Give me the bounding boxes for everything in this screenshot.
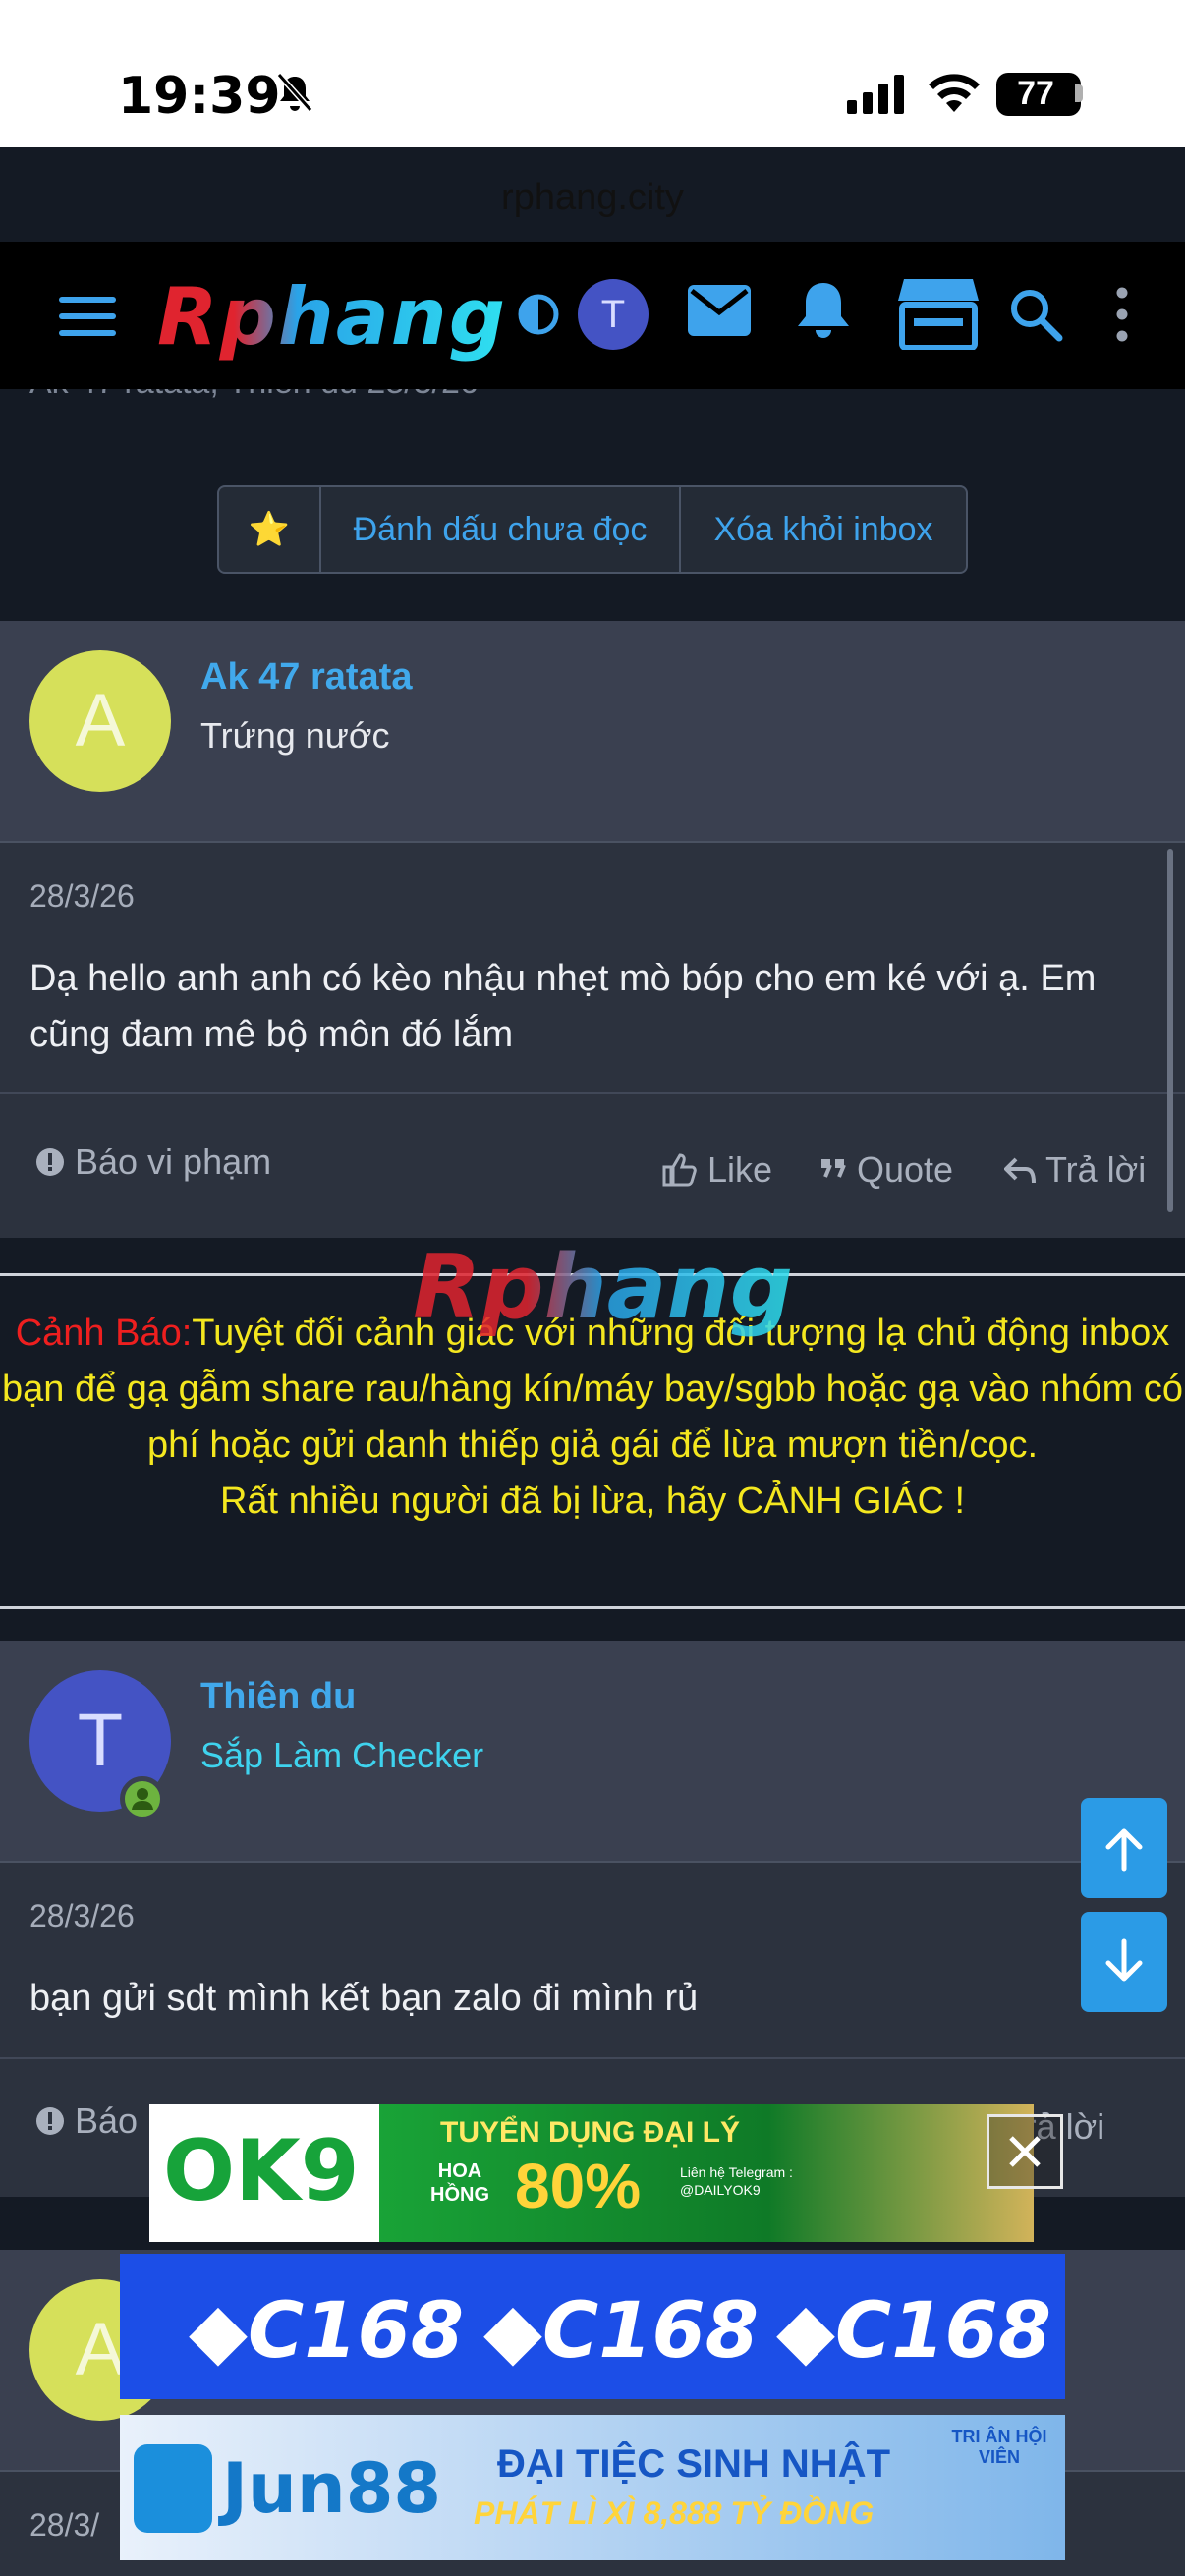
- warning-text-2: Rất nhiều người đã bị lừa, hãy CẢNH GIÁC…: [219, 1481, 965, 1522]
- arrow-up-icon: [1105, 1828, 1143, 1872]
- like-button[interactable]: Like: [660, 1149, 772, 1191]
- jun88-logo-icon: [134, 2444, 212, 2533]
- status-bar: 19:39 77 rphang.city: [0, 0, 1185, 218]
- theme-toggle-icon[interactable]: [517, 293, 560, 336]
- quote-button[interactable]: Quote: [819, 1149, 953, 1191]
- author-title: Trứng nước: [200, 715, 390, 756]
- ok9-ad-banner[interactable]: OK9 TUYỂN DỤNG ĐẠI LÝ HOA HỒNG 80% Liên …: [149, 2104, 1034, 2242]
- address-bar-url[interactable]: rphang.city: [0, 177, 1185, 219]
- logo-watermark: Rphang: [413, 1236, 794, 1339]
- report-button[interactable]: Báo: [35, 2100, 138, 2142]
- author-avatar[interactable]: A: [29, 650, 171, 792]
- message-date[interactable]: 28/3/26: [29, 1898, 135, 1934]
- mail-icon[interactable]: [688, 285, 751, 336]
- jun88-ad-banner[interactable]: Jun88 ĐẠI TIỆC SINH NHẬT PHÁT LÌ XÌ 8,88…: [120, 2415, 1065, 2560]
- ok9-contact: Liên hệ Telegram : @DAILYOK9: [680, 2164, 793, 2198]
- message-content: 28/3/26 Dạ hello anh anh có kèo nhậu nhẹ…: [0, 843, 1185, 1238]
- cellular-signal-icon: [847, 75, 904, 114]
- store-icon[interactable]: [896, 275, 981, 350]
- battery-cap: [1075, 84, 1083, 102]
- message-author-bar: A Ak 47 ratata Trứng nước: [0, 621, 1185, 843]
- scroll-bottom-button[interactable]: [1081, 1912, 1167, 2012]
- alert-icon: [36, 2107, 64, 2135]
- notification-bell-icon[interactable]: [794, 279, 853, 344]
- c168-brand-3: C168: [835, 2287, 1052, 2376]
- thumbs-up-icon: [662, 1153, 697, 1187]
- c168-ad-banner[interactable]: ◆C168 ◆C168 ◆C168: [120, 2254, 1065, 2399]
- report-button[interactable]: Báo vi phạm: [35, 1142, 271, 1183]
- ok9-percent: 80%: [515, 2151, 642, 2221]
- conversation-action-bar: ⭐ Đánh dấu chưa đọc Xóa khỏi inbox: [217, 485, 968, 574]
- message-date[interactable]: 28/3/: [29, 2507, 99, 2544]
- warning-label: Cảnh Báo:: [15, 1313, 193, 1354]
- wifi-icon: [929, 74, 980, 112]
- arrow-down-icon: [1105, 1938, 1143, 1982]
- jun88-badge: TRI ÂN HỘI VIÊN: [951, 2427, 1047, 2467]
- message-body: bạn gửi sdt mình kết bạn zalo đi mình rủ: [29, 1978, 699, 2019]
- report-label: Báo: [75, 2100, 139, 2141]
- c168-brand-2: C168: [542, 2287, 760, 2376]
- mark-unread-button[interactable]: Đánh dấu chưa đọc: [321, 487, 681, 572]
- report-label: Báo vi phạm: [75, 1142, 272, 1182]
- online-status-icon: [120, 1776, 165, 1821]
- ok9-brand: OK9: [163, 2122, 360, 2220]
- jun88-headline: ĐẠI TIỆC SINH NHẬT: [497, 2442, 890, 2486]
- star-icon: ⭐: [248, 511, 291, 548]
- close-ad-button[interactable]: [987, 2114, 1063, 2189]
- star-button[interactable]: ⭐: [219, 487, 321, 572]
- user-avatar[interactable]: T: [578, 279, 649, 350]
- top-navbar: Rphang T: [0, 242, 1185, 389]
- search-icon[interactable]: [1008, 287, 1063, 342]
- close-icon: [1009, 2136, 1041, 2167]
- jun88-sub: PHÁT LÌ XÌ 8,888 TỶ ĐỒNG: [474, 2495, 875, 2531]
- author-username[interactable]: Ak 47 ratata: [200, 656, 412, 699]
- bell-off-icon: [276, 73, 313, 112]
- battery-level: 77: [1017, 75, 1054, 112]
- scroll-top-button[interactable]: [1081, 1798, 1167, 1898]
- remove-inbox-button[interactable]: Xóa khỏi inbox: [681, 487, 966, 572]
- ok9-sub: HOA HỒNG: [430, 2160, 489, 2206]
- more-options-icon[interactable]: [1114, 287, 1130, 342]
- reply-arrow-icon: [1004, 1157, 1036, 1184]
- hamburger-menu-icon[interactable]: [59, 295, 116, 338]
- quote-icon: [821, 1159, 846, 1178]
- reply-button[interactable]: Trả lời: [1004, 1149, 1146, 1191]
- like-label: Like: [707, 1149, 773, 1190]
- quote-label: Quote: [857, 1149, 954, 1190]
- message-author-bar: T Thiên du Sắp Làm Checker: [0, 1641, 1185, 1863]
- message-scrollbar[interactable]: [1167, 849, 1173, 1212]
- author-title: Sắp Làm Checker: [200, 1735, 484, 1775]
- reply-label: Trả lời: [1045, 1149, 1147, 1190]
- author-username[interactable]: Thiên du: [200, 1676, 356, 1718]
- message-actions: Báo vi phạm Like Quote Trả lời: [0, 1092, 1185, 1238]
- c168-brand-1: C168: [248, 2287, 465, 2376]
- message-body: Dạ hello anh anh có kèo nhậu nhẹt mò bóp…: [29, 958, 1097, 1055]
- ok9-headline: TUYỂN DỤNG ĐẠI LÝ: [440, 2116, 741, 2149]
- site-logo[interactable]: Rphang: [157, 271, 507, 363]
- alert-icon: [36, 1148, 64, 1176]
- status-time: 19:39: [118, 67, 281, 126]
- jun88-brand: Jun88: [222, 2448, 442, 2529]
- message-date[interactable]: 28/3/26: [29, 878, 135, 915]
